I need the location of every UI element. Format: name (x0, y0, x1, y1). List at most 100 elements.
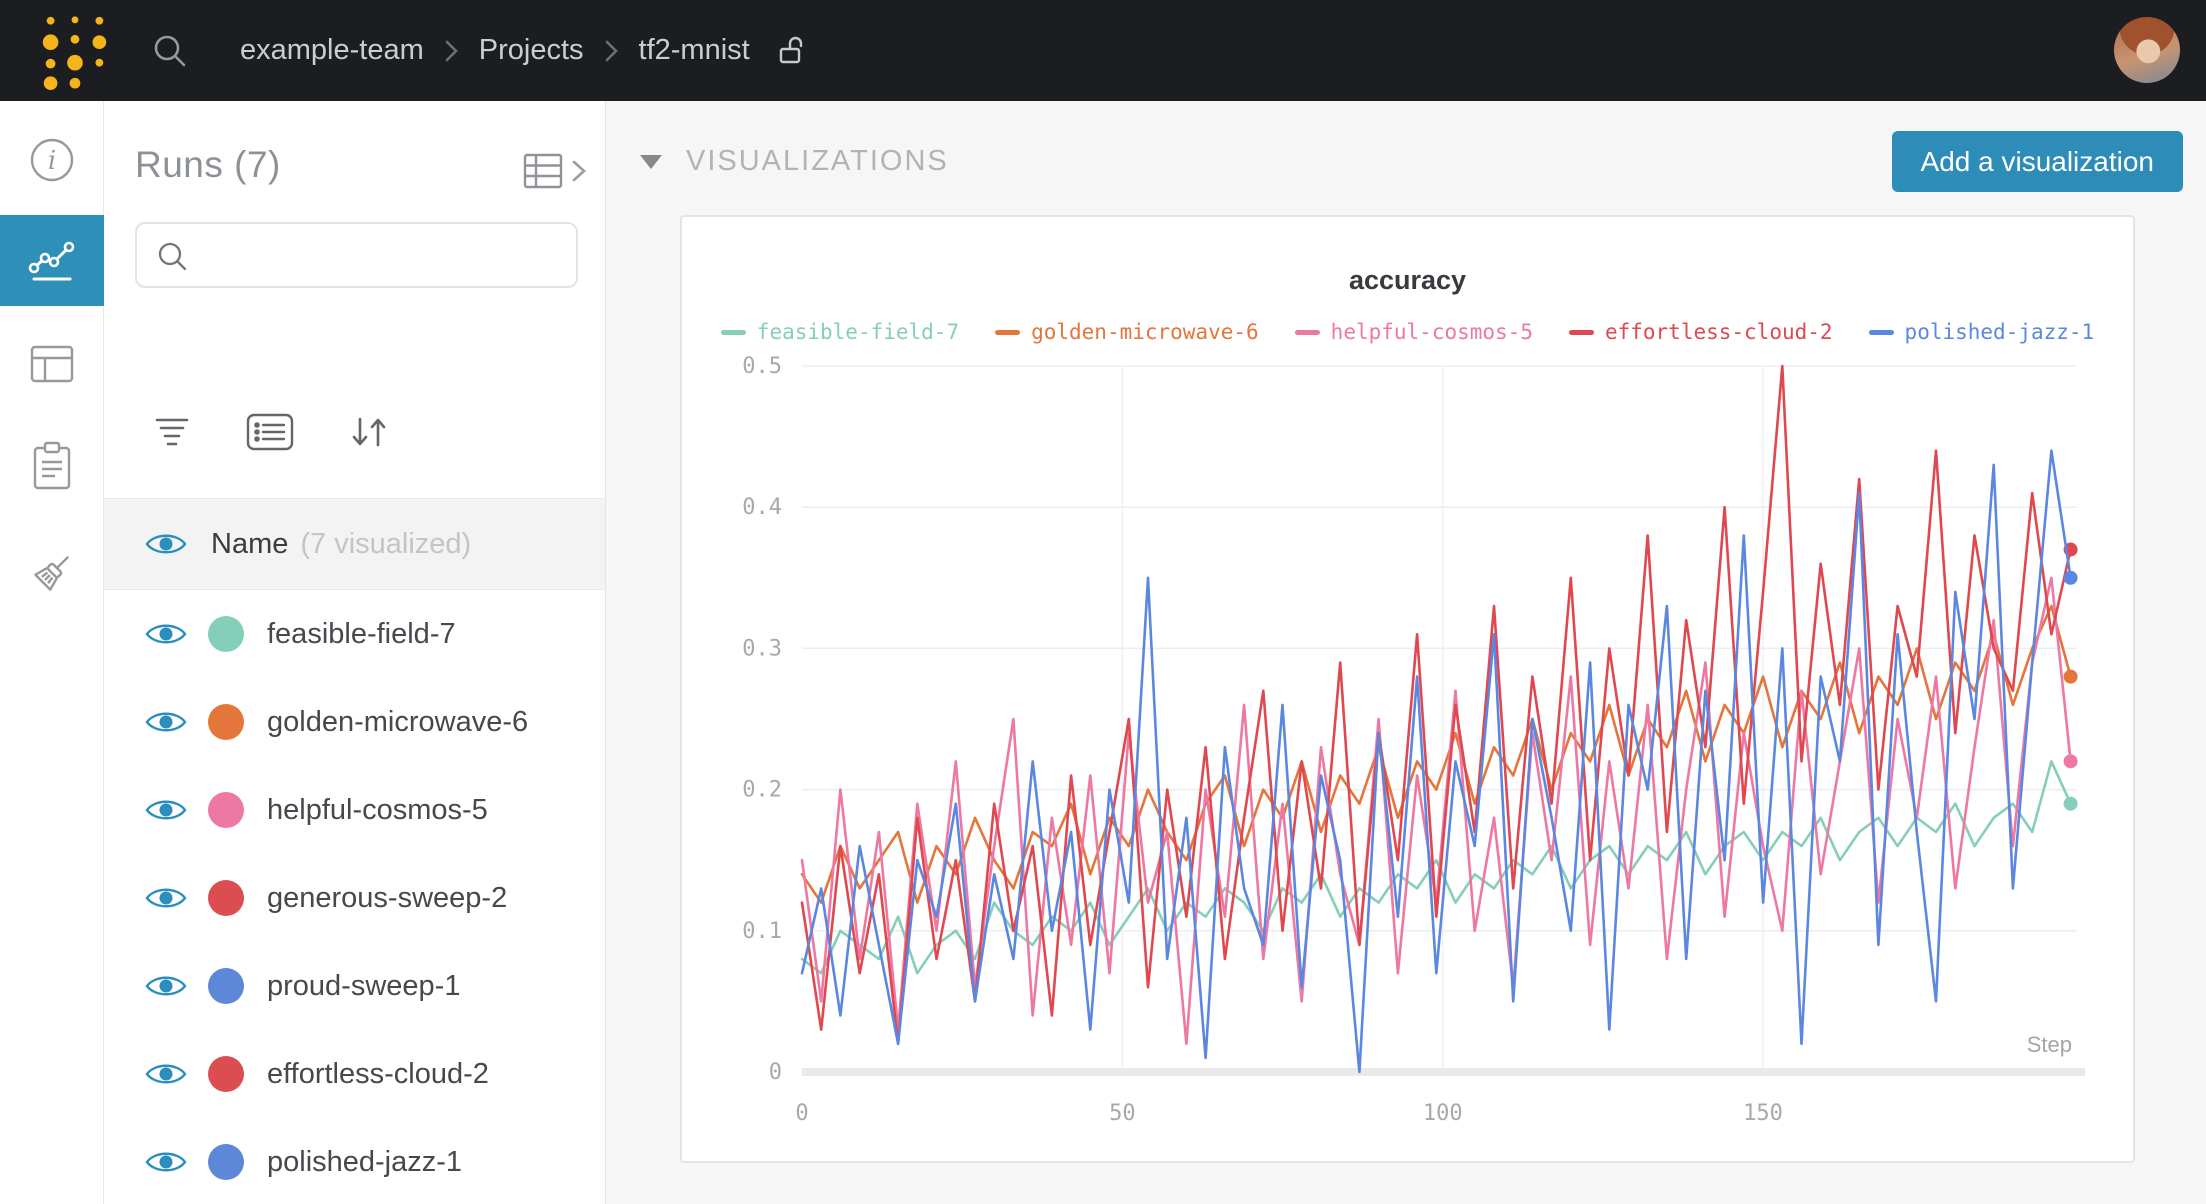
run-name-link[interactable]: polished-jazz-1 (267, 1146, 462, 1179)
legend-item: helpful-cosmos-5 (1295, 320, 1533, 344)
legend-label: golden-microwave-6 (1031, 320, 1259, 344)
chart-title: accuracy (682, 265, 2133, 296)
info-icon: i (29, 137, 75, 183)
sidebar-item-sweeps[interactable] (0, 549, 104, 597)
run-visibility-eye-icon[interactable] (145, 884, 187, 912)
legend-swatch (1569, 330, 1594, 335)
svg-text:Step: Step (2027, 1032, 2072, 1057)
sidebar-item-charts[interactable] (0, 215, 104, 306)
chart-legend: feasible-field-7 golden-microwave-6 helpfu… (682, 320, 2133, 344)
run-color-dot (208, 792, 244, 828)
run-visibility-eye-icon[interactable] (145, 708, 187, 736)
grouping-icon[interactable] (246, 413, 294, 451)
runs-toolbar (154, 413, 388, 451)
legend-label: feasible-field-7 (757, 320, 959, 344)
legend-label: effortless-cloud-2 (1605, 320, 1833, 344)
run-color-dot (208, 616, 244, 652)
chevron-right-icon (571, 157, 587, 185)
name-column-label: Name (211, 528, 288, 561)
breadcrumb: example-team Projects tf2-mnist (240, 34, 810, 68)
run-row[interactable]: generous-sweep-2 (104, 854, 605, 942)
svg-text:0.4: 0.4 (742, 495, 782, 520)
run-color-dot (208, 1056, 244, 1092)
main-content: VISUALIZATIONS Add a visualization accur… (606, 101, 2206, 1204)
run-color-dot (208, 704, 244, 740)
breadcrumb-project-name[interactable]: tf2-mnist (639, 34, 750, 67)
svg-text:150: 150 (1743, 1101, 1783, 1126)
run-row[interactable]: golden-microwave-6 (104, 678, 605, 766)
global-search-icon[interactable] (152, 33, 188, 69)
svg-text:0: 0 (795, 1101, 808, 1126)
sidebar-item-table[interactable] (0, 345, 104, 383)
run-row[interactable]: helpful-cosmos-5 (104, 766, 605, 854)
runs-panel-title: Runs (7) (135, 144, 281, 186)
legend-swatch (721, 330, 746, 335)
legend-item: polished-jazz-1 (1869, 320, 2095, 344)
visualized-count-label: (7 visualized) (300, 528, 471, 561)
breadcrumb-team[interactable]: example-team (240, 34, 424, 67)
accuracy-chart: 00.10.20.30.40.5050100150Step (682, 347, 2137, 1165)
filter-icon[interactable] (154, 416, 190, 448)
run-name-link[interactable]: helpful-cosmos-5 (267, 794, 488, 827)
sort-icon[interactable] (350, 414, 388, 450)
run-visibility-eye-icon[interactable] (145, 972, 187, 1000)
line-chart-icon (27, 238, 77, 284)
run-row[interactable]: proud-sweep-1 (104, 942, 605, 1030)
run-name-link[interactable]: golden-microwave-6 (267, 706, 528, 739)
chevron-right-icon (444, 38, 459, 64)
legend-swatch (1869, 330, 1894, 335)
clipboard-icon (31, 441, 73, 491)
visualizations-section-label: VISUALIZATIONS (686, 145, 949, 178)
accuracy-chart-panel[interactable]: accuracy feasible-field-7 golden-microwav… (680, 215, 2135, 1163)
svg-text:0.1: 0.1 (742, 919, 782, 944)
legend-swatch (995, 330, 1020, 335)
svg-text:0: 0 (769, 1060, 782, 1085)
visualizations-section-toggle[interactable]: VISUALIZATIONS (640, 145, 949, 178)
caret-down-icon (640, 155, 662, 169)
top-navbar: example-team Projects tf2-mnist (0, 0, 2206, 101)
sidebar-item-overview[interactable]: i (0, 137, 104, 183)
toggle-all-visibility-eye-icon[interactable] (145, 530, 187, 558)
run-visibility-eye-icon[interactable] (145, 1148, 187, 1176)
run-visibility-eye-icon[interactable] (145, 620, 187, 648)
legend-swatch (1295, 330, 1320, 335)
run-name-link[interactable]: feasible-field-7 (267, 618, 456, 651)
run-row[interactable]: polished-jazz-1 (104, 1118, 605, 1204)
run-list: feasible-field-7 golden-microwave-6 help… (104, 590, 605, 1204)
run-visibility-eye-icon[interactable] (145, 796, 187, 824)
legend-item: effortless-cloud-2 (1569, 320, 1833, 344)
runs-table-icon (523, 153, 563, 189)
breadcrumb-projects[interactable]: Projects (479, 34, 584, 67)
unlocked-icon (776, 34, 810, 68)
run-name-link[interactable]: effortless-cloud-2 (267, 1058, 489, 1091)
user-avatar[interactable] (2114, 17, 2180, 83)
run-visibility-eye-icon[interactable] (145, 1060, 187, 1088)
run-row[interactable]: effortless-cloud-2 (104, 1030, 605, 1118)
svg-text:0.2: 0.2 (742, 778, 782, 803)
legend-item: golden-microwave-6 (995, 320, 1259, 344)
app-window: example-team Projects tf2-mnist i (0, 0, 2206, 1204)
add-visualization-button[interactable]: Add a visualization (1892, 131, 2183, 192)
svg-text:0.5: 0.5 (742, 354, 782, 379)
legend-label: polished-jazz-1 (1905, 320, 2095, 344)
svg-text:i: i (48, 146, 56, 176)
run-name-link[interactable]: proud-sweep-1 (267, 970, 460, 1003)
table-icon (30, 345, 74, 383)
run-color-dot (208, 1144, 244, 1180)
run-row[interactable]: feasible-field-7 (104, 590, 605, 678)
runs-search-input[interactable] (135, 222, 578, 288)
left-icon-rail: i (0, 101, 104, 1204)
legend-item: feasible-field-7 (721, 320, 959, 344)
run-color-dot (208, 880, 244, 916)
run-color-dot (208, 968, 244, 1004)
sidebar-item-notes[interactable] (0, 441, 104, 491)
svg-text:100: 100 (1423, 1101, 1463, 1126)
run-name-link[interactable]: generous-sweep-2 (267, 882, 507, 915)
runs-sidebar: Runs (7) (104, 101, 606, 1204)
broom-icon (28, 549, 76, 597)
wandb-logo-icon[interactable] (38, 11, 110, 91)
runs-name-header: Name (7 visualized) (104, 498, 605, 590)
svg-text:0.3: 0.3 (742, 636, 782, 661)
expand-runs-table-button[interactable] (523, 153, 587, 189)
legend-label: helpful-cosmos-5 (1331, 320, 1533, 344)
